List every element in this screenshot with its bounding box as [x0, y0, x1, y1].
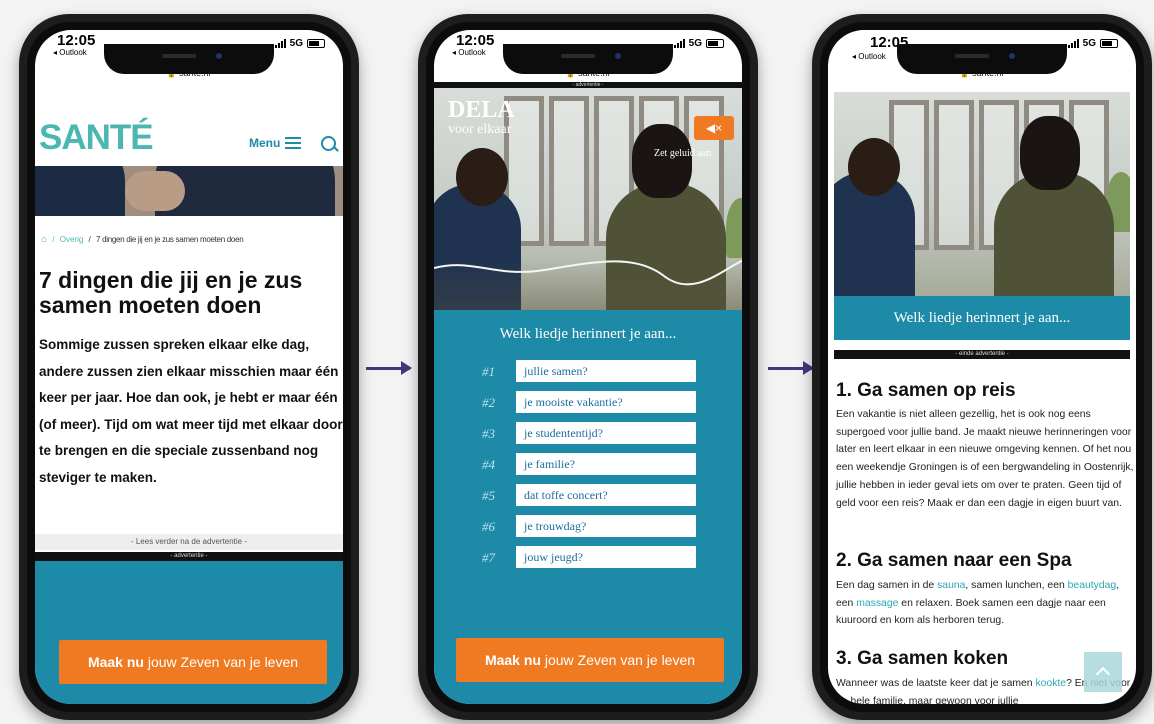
- massage-link[interactable]: massage: [856, 598, 898, 609]
- sound-label[interactable]: Zet geluid aan: [654, 148, 711, 159]
- option-number: #2: [482, 395, 495, 410]
- end-ad-label: - einde advertentie -: [834, 350, 1130, 359]
- phone-3-screen: 12:05 ◂ Outlook 5G 🔒sante.nl Welk liedje…: [828, 30, 1136, 704]
- section-3-title: 3. Ga samen koken: [836, 648, 1009, 669]
- notch: [503, 44, 673, 74]
- section-1-title: 1. Ga samen op reis: [836, 380, 1016, 401]
- battery-icon: [1100, 39, 1118, 48]
- section-2-title: 2. Ga samen naar een Spa: [836, 550, 1072, 571]
- hero-image-crop: [35, 166, 343, 216]
- read-more-notice: - Lees verder na de advertentie -: [35, 534, 343, 550]
- site-header: SANTÉ Menu: [35, 88, 343, 166]
- status-indicators: 5G: [673, 38, 724, 49]
- phone-3: 12:05 ◂ Outlook 5G 🔒sante.nl Welk liedje…: [812, 14, 1152, 720]
- quiz-option[interactable]: #2 je mooiste vakantie?: [434, 391, 742, 415]
- quiz-banner[interactable]: Welk liedje herinnert je aan...: [834, 296, 1130, 340]
- sante-logo[interactable]: SANTÉ: [39, 118, 154, 158]
- hamburger-icon: [285, 137, 302, 149]
- section-1-text: Een vakantie is niet alleen gezellig, he…: [836, 409, 1134, 509]
- quiz-option[interactable]: #7 jouw jeugd?: [434, 546, 742, 570]
- battery-icon: [307, 39, 325, 48]
- status-indicators: 5G: [1067, 38, 1118, 49]
- option-number: #5: [482, 488, 495, 503]
- beautydag-link[interactable]: beautydag: [1068, 580, 1117, 591]
- quiz-question: Welk liedje herinnert je aan...: [499, 326, 677, 342]
- section-2-text: Een dag samen in de sauna, samen lunchen…: [836, 580, 1120, 627]
- speaker-muted-icon: ◀×: [705, 121, 723, 135]
- option-label: dat toffe concert?: [516, 484, 696, 506]
- option-number: #1: [482, 364, 495, 379]
- option-number: #6: [482, 519, 495, 534]
- phone-2-screen: 12:05 ◂ Outlook 5G 🔒sante.nl - advertent…: [434, 30, 742, 704]
- home-icon[interactable]: ⌂: [41, 234, 47, 245]
- quiz-option[interactable]: #6 je trouwdag?: [434, 515, 742, 539]
- option-number: #3: [482, 426, 495, 441]
- quiz-option[interactable]: #1 jullie samen?: [434, 360, 742, 384]
- ad-image: [834, 92, 1130, 296]
- menu-button[interactable]: Menu: [249, 136, 302, 150]
- search-icon[interactable]: [321, 136, 339, 152]
- phone-1: 12:05 ◂ Outlook 5G 🔒sante.nl SANTÉ Menu …: [19, 14, 359, 720]
- option-label: je familie?: [516, 453, 696, 475]
- scroll-to-top-button[interactable]: [1084, 652, 1122, 692]
- notch: [897, 44, 1067, 74]
- cta-bold: Maak nu: [484, 652, 541, 668]
- signal-icon: [1067, 39, 1079, 48]
- cta-bold: Maak nu: [87, 654, 144, 670]
- option-label: jouw jeugd?: [516, 546, 696, 568]
- dela-sub: voor elkaar: [448, 122, 512, 137]
- phone-2: 12:05 ◂ Outlook 5G 🔒sante.nl - advertent…: [418, 14, 758, 720]
- cta-button[interactable]: Maak nu jouw Zeven van je leven: [59, 640, 327, 684]
- option-number: #4: [482, 457, 495, 472]
- option-label: jullie samen?: [516, 360, 696, 382]
- network-label: 5G: [1082, 38, 1096, 49]
- status-time: 12:05: [456, 32, 495, 49]
- option-number: #7: [482, 550, 495, 565]
- ad-label: - advertentie -: [35, 552, 343, 561]
- breadcrumb-overig-link[interactable]: Overig: [60, 235, 84, 244]
- option-label: je mooiste vakantie?: [516, 391, 696, 413]
- status-indicators: 5G: [274, 38, 325, 49]
- battery-icon: [706, 39, 724, 48]
- cta-rest: jouw Zeven van je leven: [544, 652, 696, 668]
- quiz-question: Welk liedje herinnert je aan...: [893, 310, 1071, 326]
- sauna-link[interactable]: sauna: [937, 580, 965, 591]
- signal-icon: [274, 39, 286, 48]
- back-to-outlook-link[interactable]: ◂ Outlook: [53, 48, 87, 57]
- arrow-icon: [366, 361, 412, 375]
- koken-link[interactable]: kookte: [1035, 678, 1066, 689]
- breadcrumb: ⌂ / Overig / 7 dingen die jij en je zus …: [41, 234, 244, 245]
- option-label: je trouwdag?: [516, 515, 696, 537]
- article-title: 7 dingen die jij en je zus samen moeten …: [39, 267, 303, 318]
- signal-icon: [673, 39, 685, 48]
- back-to-outlook-link[interactable]: ◂ Outlook: [452, 48, 486, 57]
- quiz-option[interactable]: #5 dat toffe concert?: [434, 484, 742, 508]
- quiz-option[interactable]: #3 je studententijd?: [434, 422, 742, 446]
- network-label: 5G: [289, 38, 303, 49]
- dela-name: DELA: [448, 97, 515, 123]
- chevron-up-icon: [1095, 666, 1111, 682]
- network-label: 5G: [688, 38, 702, 49]
- option-label: je studententijd?: [516, 422, 696, 444]
- sound-toggle[interactable]: ◀×: [694, 116, 734, 140]
- notch: [104, 44, 274, 74]
- wave-line: [434, 259, 742, 286]
- quiz-option[interactable]: #4 je familie?: [434, 453, 742, 477]
- cta-rest: jouw Zeven van je leven: [147, 654, 299, 670]
- dela-logo: DELA voor elkaar: [448, 98, 515, 138]
- arrow-icon: [768, 361, 814, 375]
- cta-button[interactable]: Maak nu jouw Zeven van je leven: [456, 638, 724, 682]
- article-intro: Sommige zussen spreken elkaar elke dag, …: [39, 337, 343, 485]
- menu-label: Menu: [249, 136, 281, 150]
- phone-1-screen: 12:05 ◂ Outlook 5G 🔒sante.nl SANTÉ Menu …: [35, 30, 343, 704]
- back-to-outlook-link[interactable]: ◂ Outlook: [852, 52, 886, 61]
- status-time: 12:05: [57, 32, 96, 49]
- breadcrumb-current: 7 dingen die jij en je zus samen moeten …: [96, 235, 244, 244]
